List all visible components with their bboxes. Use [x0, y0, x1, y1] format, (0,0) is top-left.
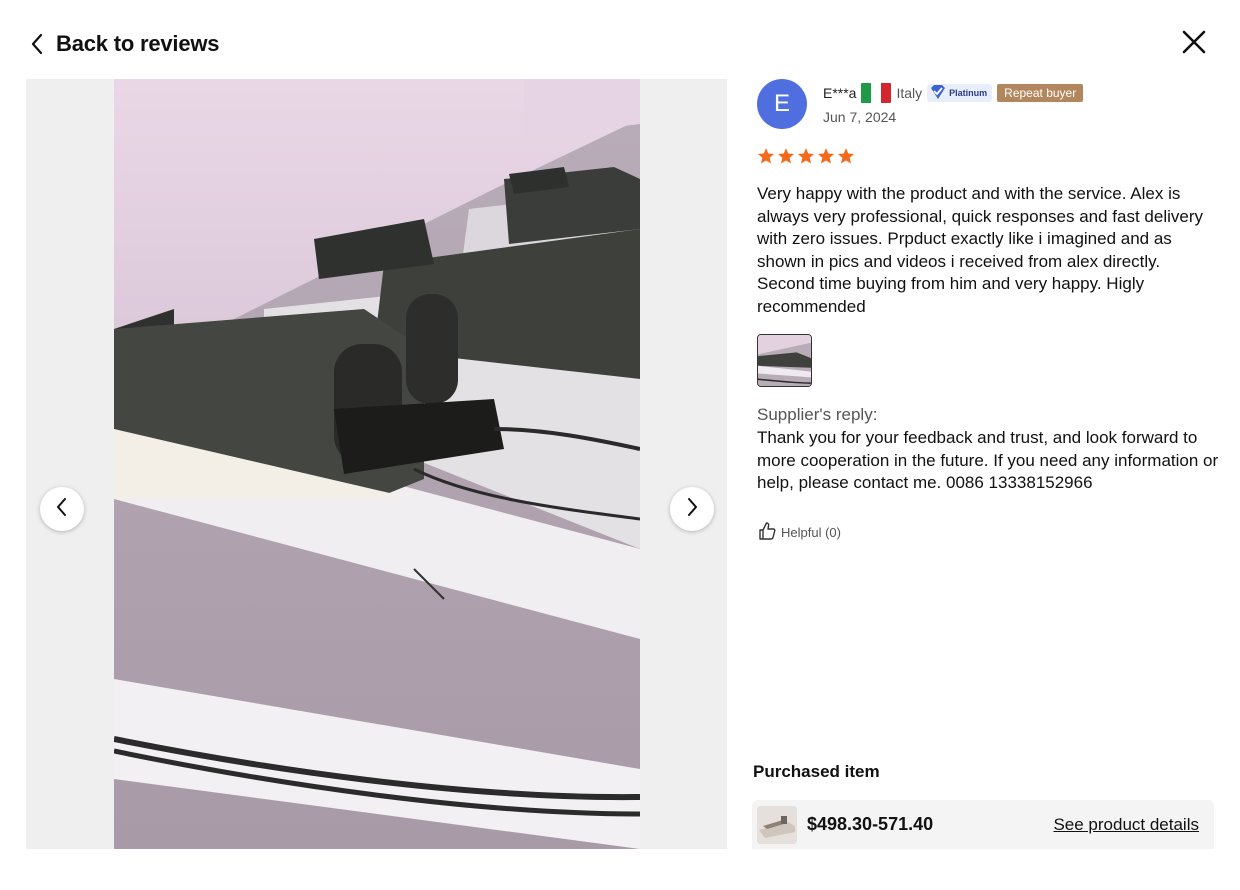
review-image-thumbnail[interactable] — [757, 334, 812, 387]
product-price: $498.30-571.40 — [807, 814, 934, 834]
supplier-reply-text: Thank you for your feedback and trust, a… — [757, 428, 1219, 492]
back-to-reviews-link[interactable]: Back to reviews — [30, 26, 220, 62]
platinum-badge: Platinum — [927, 84, 993, 103]
review-panel: E E***a Italy Platinum Repeat buyer Jun … — [757, 79, 1219, 544]
review-image-gallery — [26, 79, 727, 849]
review-photo — [114, 79, 640, 849]
reviewer-header: E E***a Italy Platinum Repeat buyer Jun … — [757, 79, 1217, 129]
star-icon — [757, 147, 775, 165]
close-button[interactable] — [1178, 28, 1210, 60]
repeat-buyer-badge: Repeat buyer — [997, 84, 1084, 102]
back-label: Back to reviews — [56, 31, 220, 56]
star-rating — [757, 147, 1217, 165]
purchased-item-title: Purchased item — [753, 762, 880, 781]
star-icon — [777, 147, 795, 165]
reviewer-info: E***a Italy Platinum Repeat buyer Jun 7,… — [823, 79, 1084, 125]
verified-diamond-icon — [929, 84, 947, 103]
purchased-item-card: $498.30-571.40 See product details — [752, 800, 1214, 849]
next-image-button[interactable] — [670, 487, 714, 531]
chevron-left-icon — [30, 32, 48, 56]
see-product-details-link[interactable]: See product details — [1053, 815, 1199, 835]
review-date: Jun 7, 2024 — [823, 109, 897, 125]
chevron-left-icon — [55, 496, 69, 523]
platinum-label: Platinum — [949, 88, 988, 98]
product-thumbnail[interactable] — [757, 805, 797, 844]
reviewer-name: E***a — [823, 85, 857, 101]
italy-flag-icon — [861, 83, 892, 103]
supplier-reply-label: Supplier's reply: — [757, 405, 878, 424]
review-text: Very happy with the product and with the… — [757, 184, 1203, 316]
reviewer-country: Italy — [896, 85, 923, 101]
reviewer-meta: E***a Italy Platinum Repeat buyer — [823, 83, 1084, 103]
previous-image-button[interactable] — [40, 487, 84, 531]
helpful-button[interactable]: Helpful (0) — [757, 521, 857, 544]
star-icon — [817, 147, 835, 165]
star-icon — [797, 147, 815, 165]
avatar: E — [757, 79, 807, 129]
thumbs-up-icon — [757, 521, 777, 544]
chevron-right-icon — [685, 496, 699, 523]
helpful-label: Helpful (0) — [781, 524, 841, 540]
star-icon — [837, 147, 855, 165]
close-icon — [1182, 30, 1206, 59]
